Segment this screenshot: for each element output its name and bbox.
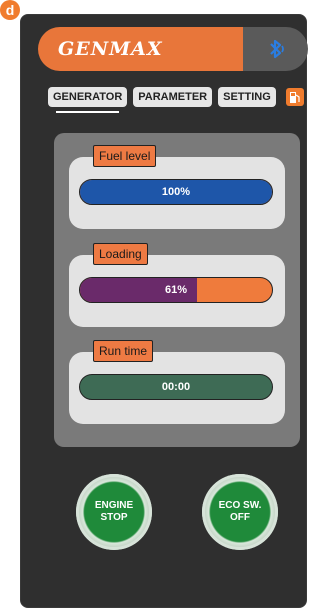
tab-setting[interactable]: SETTING bbox=[218, 87, 276, 107]
eco-switch-line2: OFF bbox=[229, 512, 250, 523]
brand-logo: GENMAX bbox=[38, 27, 243, 71]
fuel-pump-button[interactable] bbox=[285, 88, 304, 106]
engine-stop-line1: ENGINE bbox=[94, 500, 134, 511]
engine-stop-button[interactable]: ENGINE STOP bbox=[76, 474, 152, 550]
eco-switch-label: ECO SW. OFF bbox=[219, 500, 262, 524]
fuel-level-card: Fuel level 100% bbox=[69, 145, 285, 229]
step-badge: d bbox=[0, 0, 20, 20]
loading-value: 61% bbox=[164, 284, 188, 296]
fuel-level-value: 100% bbox=[161, 186, 191, 198]
loading-label: Loading bbox=[93, 243, 148, 265]
run-time-bar: 00:00 bbox=[79, 374, 273, 400]
loading-bar: 61% bbox=[79, 277, 273, 303]
loading-card: Loading 61% bbox=[69, 243, 285, 327]
tab-generator[interactable]: GENERATOR bbox=[48, 87, 128, 113]
tab-parameter[interactable]: PARAMETER bbox=[133, 87, 213, 107]
eco-switch-line1: ECO SW. bbox=[218, 500, 262, 511]
tab-bar: GENERATOR PARAMETER SETTING bbox=[48, 87, 308, 113]
run-time-value: 00:00 bbox=[161, 381, 191, 393]
fuel-level-label: Fuel level bbox=[93, 145, 157, 167]
run-time-card: Run time 00:00 bbox=[69, 340, 285, 424]
app-header: GENMAX bbox=[38, 27, 308, 71]
engine-stop-line2: STOP bbox=[100, 512, 128, 523]
status-panel: Fuel level 100% Loading 61% Run time 00:… bbox=[54, 133, 300, 447]
bluetooth-icon bbox=[269, 39, 284, 59]
bluetooth-button[interactable] bbox=[243, 27, 308, 71]
fuel-pump-icon bbox=[289, 91, 300, 103]
fuel-level-bar: 100% bbox=[79, 179, 273, 205]
run-time-label: Run time bbox=[93, 340, 154, 362]
eco-switch-button[interactable]: ECO SW. OFF bbox=[202, 474, 278, 550]
engine-stop-label: ENGINE STOP bbox=[95, 500, 133, 524]
